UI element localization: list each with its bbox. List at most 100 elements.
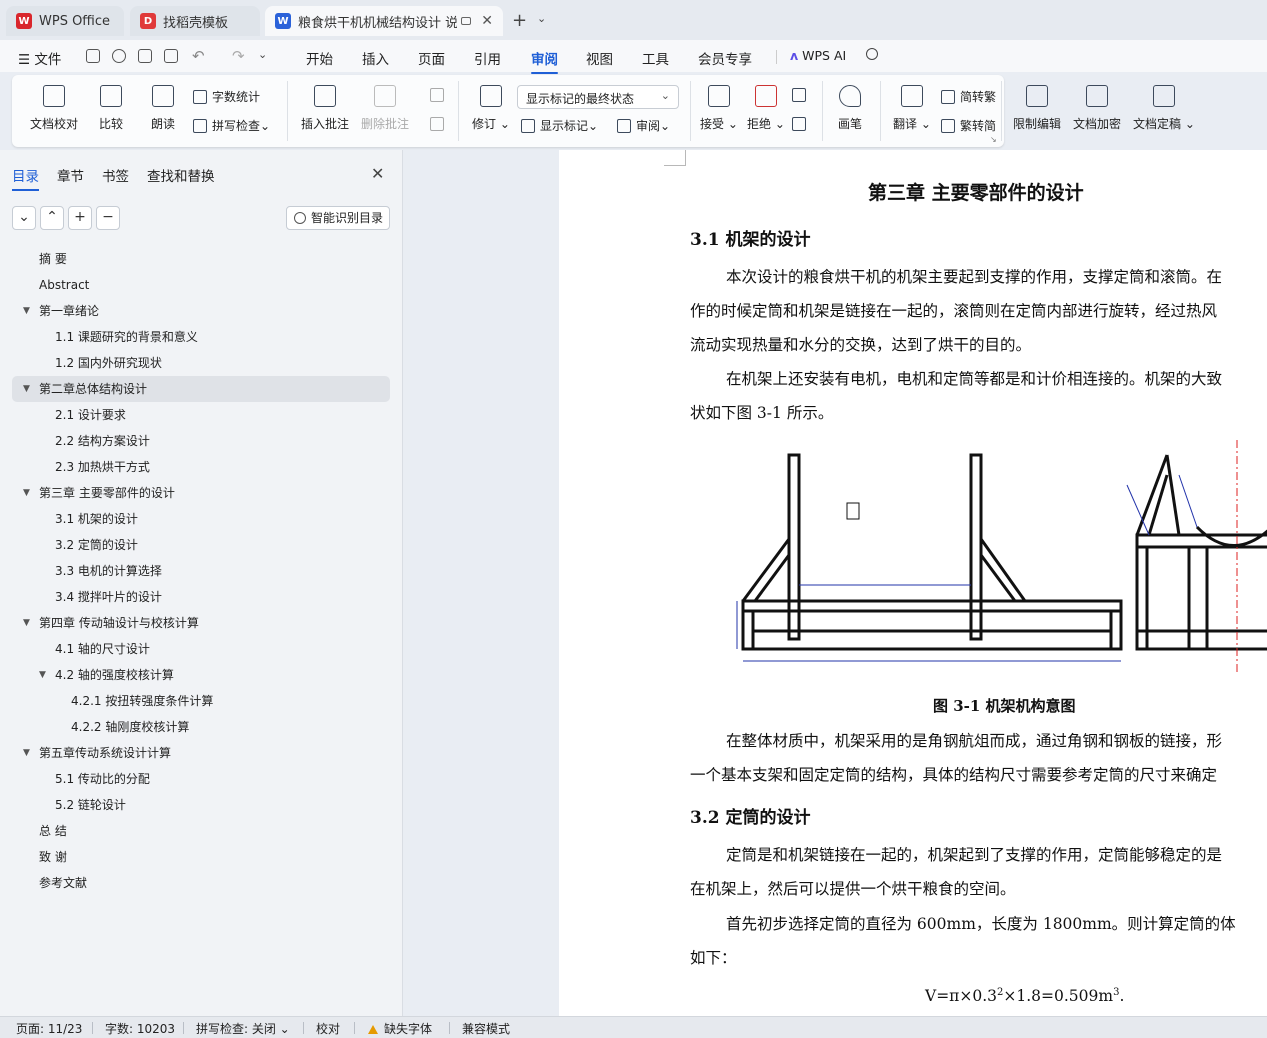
delete-comment-button[interactable]: 删除批注 [361, 85, 409, 132]
toc-item[interactable]: 5.2 链轮设计 [12, 792, 390, 818]
expand-all-icon[interactable]: ⌄ [12, 206, 36, 230]
toc-item[interactable]: ▼ 第五章传动系统设计计算 [12, 740, 390, 766]
new-tab-icon[interactable]: + [512, 10, 527, 31]
next-change-icon[interactable] [792, 117, 811, 131]
track-changes-button[interactable]: 修订 ⌄ [472, 85, 510, 132]
finalize-button[interactable]: 文档定稿 ⌄ [1133, 85, 1195, 132]
toc-item[interactable]: 参考文献 [12, 870, 390, 896]
doc-check-button[interactable]: 文档校对 [30, 85, 78, 132]
encrypt-button[interactable]: 文档加密 [1073, 85, 1121, 132]
undo-icon[interactable]: ↶ [192, 47, 205, 65]
tab-chapters[interactable]: 章节 [57, 165, 84, 185]
add-heading-icon[interactable]: + [68, 206, 92, 230]
expand-triangle-icon[interactable]: ▼ [23, 740, 30, 766]
simplified-to-traditional-button[interactable]: 简转繁 [941, 88, 996, 105]
expand-triangle-icon[interactable]: ▼ [23, 610, 30, 636]
show-markup-button[interactable]: 显示标记 ⌄ [521, 117, 598, 134]
toc-item[interactable]: 2.3 加热烘干方式 [12, 454, 390, 480]
toc-item[interactable]: 总 结 [12, 818, 390, 844]
toc-item[interactable]: ▼ 第二章总体结构设计 [12, 376, 390, 402]
tab-current-document[interactable]: W 粮食烘干机机械结构设计 说明 ✕ [265, 6, 503, 36]
spell-check-status[interactable]: 拼写检查: 关闭 ⌄ [196, 1020, 290, 1037]
previous-change-icon[interactable] [792, 88, 811, 102]
accept-button[interactable]: 接受 ⌄ [700, 85, 738, 132]
smart-toc-button[interactable]: 智能识别目录 [286, 206, 390, 230]
translate-button[interactable]: 翻译 ⌄ [893, 85, 931, 132]
toc-item[interactable]: 3.2 定筒的设计 [12, 532, 390, 558]
expand-triangle-icon[interactable]: ▼ [23, 376, 30, 402]
show-markup-label: 显示标记 [540, 119, 589, 133]
export-icon[interactable] [112, 49, 126, 63]
print-icon[interactable] [138, 49, 152, 63]
toc-item[interactable]: 5.1 传动比的分配 [12, 766, 390, 792]
toc-item[interactable]: 2.2 结构方案设计 [12, 428, 390, 454]
tab-wps-office[interactable]: W WPS Office [6, 6, 124, 36]
proofread-button[interactable]: 校对 [316, 1020, 340, 1037]
print-preview-icon[interactable] [164, 49, 178, 63]
insert-comment-button[interactable]: 插入批注 [301, 85, 349, 132]
expand-triangle-icon[interactable]: ▼ [23, 480, 30, 506]
collapse-icon[interactable]: ⌃ [40, 206, 64, 230]
toc-item[interactable]: 2.1 设计要求 [12, 402, 390, 428]
previous-comment-icon[interactable] [430, 88, 449, 102]
group-expand-icon[interactable]: ↘ [990, 135, 997, 144]
toc-item[interactable]: 3.3 电机的计算选择 [12, 558, 390, 584]
restrict-edit-button[interactable]: 限制编辑 [1013, 85, 1061, 132]
menu-references[interactable]: 引用 [474, 48, 501, 68]
read-aloud-button[interactable]: 朗读 [151, 85, 175, 132]
page-indicator[interactable]: 页面: 11/23 [16, 1020, 82, 1037]
toc-item[interactable]: 4.2.1 按扭转强度条件计算 [12, 688, 390, 714]
tab-bookmarks[interactable]: 书签 [102, 165, 129, 185]
traditional-to-simplified-button[interactable]: 繁转简 [941, 117, 996, 134]
toc-item[interactable]: 3.4 搅拌叶片的设计 [12, 584, 390, 610]
tab-toc[interactable]: 目录 [12, 165, 39, 191]
close-pane-icon[interactable]: ✕ [371, 164, 384, 183]
menu-insert[interactable]: 插入 [362, 48, 389, 68]
toc-item[interactable]: 摘 要 [12, 246, 390, 272]
toc-item[interactable]: 4.2.2 轴刚度校核计算 [12, 714, 390, 740]
word-count-button[interactable]: 字数统计 [193, 88, 260, 105]
compare-button[interactable]: 比较 [99, 85, 123, 132]
review-pane-button[interactable]: 审阅 ⌄ [617, 117, 670, 134]
menu-review[interactable]: 审阅 [531, 48, 558, 74]
document-page[interactable]: 第三章 主要零部件的设计 3.1 机架的设计 本次设计的粮食烘干机的机架主要起到… [559, 150, 1267, 1016]
chevron-down-icon[interactable]: ⌄ [537, 12, 546, 25]
toc-item[interactable]: 4.1 轴的尺寸设计 [12, 636, 390, 662]
word-count-indicator[interactable]: 字数: 10203 [105, 1020, 175, 1037]
toc-item[interactable]: ▼ 第三章 主要零部件的设计 [12, 480, 390, 506]
file-menu[interactable]: ☰ 文件 [18, 48, 61, 68]
menu-view[interactable]: 视图 [586, 48, 613, 68]
missing-font-button[interactable]: 缺失字体 [368, 1020, 432, 1037]
toc-item-label: 3.1 机架的设计 [55, 512, 138, 526]
expand-triangle-icon[interactable]: ▼ [23, 298, 30, 324]
toc-item[interactable]: 1.1 课题研究的背景和意义 [12, 324, 390, 350]
search-icon[interactable] [866, 48, 878, 60]
menu-tools[interactable]: 工具 [642, 48, 669, 68]
tab-find-replace[interactable]: 查找和替换 [147, 165, 215, 185]
toc-item[interactable]: ▼ 第一章绪论 [12, 298, 390, 324]
reject-button[interactable]: 拒绝 ⌄ [747, 85, 785, 132]
spell-check-button[interactable]: 拼写检查 ⌄ [193, 117, 270, 134]
display-state-select[interactable]: 显示标记的最终状态 ⌄ [517, 85, 679, 109]
remove-heading-icon[interactable]: − [96, 206, 120, 230]
more-dropdown-icon[interactable]: ⌄ [258, 48, 267, 61]
redo-icon[interactable]: ↷ [232, 47, 245, 65]
save-icon[interactable] [86, 49, 100, 63]
toc-item[interactable]: ▼ 4.2 轴的强度校核计算 [12, 662, 390, 688]
toc-item[interactable]: 1.2 国内外研究现状 [12, 350, 390, 376]
wps-ai-label: WPS AI [802, 48, 847, 63]
close-tab-icon[interactable]: ✕ [481, 13, 493, 29]
toc-item[interactable]: 致 谢 [12, 844, 390, 870]
tab-docer-templates[interactable]: D 找稻壳模板 [130, 6, 260, 36]
toc-item[interactable]: 3.1 机架的设计 [12, 506, 390, 532]
next-comment-icon[interactable] [430, 117, 449, 131]
wps-ai-button[interactable]: ʌ WPS AI [790, 48, 846, 63]
menu-home[interactable]: 开始 [306, 48, 333, 68]
menu-member[interactable]: 会员专享 [698, 48, 752, 68]
expand-triangle-icon[interactable]: ▼ [39, 662, 46, 688]
screen-icon[interactable] [461, 17, 472, 25]
toc-item[interactable]: ▼ 第四章 传动轴设计与校核计算 [12, 610, 390, 636]
pen-button[interactable]: 画笔 [838, 85, 862, 132]
toc-item[interactable]: Abstract [12, 272, 390, 298]
menu-page[interactable]: 页面 [418, 48, 445, 68]
